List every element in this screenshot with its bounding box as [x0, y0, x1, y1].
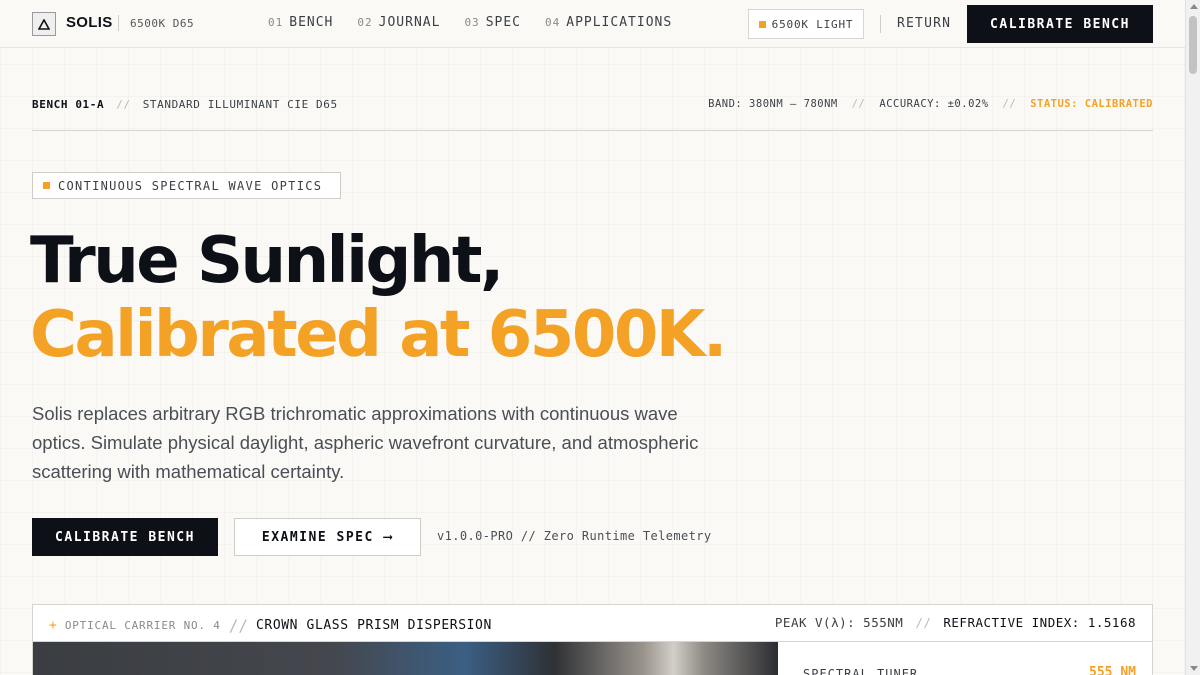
brand-divider: [118, 15, 119, 31]
arrow-right-icon: ⟶: [383, 529, 394, 545]
nav-link-spec[interactable]: 03 SPEC: [464, 15, 521, 30]
optical-carrier-panel: + OPTICAL CARRIER NO. 4 // CROWN GLASS P…: [32, 604, 1153, 675]
brand-tag: 6500K D65: [130, 17, 195, 30]
page-title: True Sunlight, Calibrated at 6500K.: [30, 224, 727, 372]
panel-header-right: PEAK V(λ): 555NM // REFRACTIVE INDEX: 1.…: [775, 615, 1136, 630]
carrier-name: CROWN GLASS PRISM DISPERSION: [255, 618, 492, 633]
return-link[interactable]: RETURN: [897, 16, 951, 31]
separator: //: [228, 616, 248, 635]
nav-link-label: APPLICATIONS: [566, 15, 673, 30]
nav-link-number: 03: [464, 16, 480, 29]
nav-link-number: 02: [357, 16, 373, 29]
title-line-1: True Sunlight,: [30, 224, 504, 298]
status-badge: STATUS: CALIBRATED: [1030, 98, 1153, 110]
hero-description: Solis replaces arbitrary RGB trichromati…: [32, 403, 699, 482]
nav-link-label: SPEC: [485, 15, 521, 30]
nav-link-number: 04: [545, 16, 561, 29]
title-line-2: Calibrated at 6500K.: [30, 298, 727, 372]
nav-calibrate-button[interactable]: CALIBRATE BENCH: [967, 5, 1153, 43]
hero-tag-label: CONTINUOUS SPECTRAL WAVE OPTICS: [58, 178, 323, 193]
scroll-down-icon[interactable]: [1190, 666, 1198, 671]
bench-id: BENCH 01-A: [32, 98, 105, 111]
bench-right: BAND: 380NM – 780NM // ACCURACY: ±0.02% …: [708, 98, 1153, 110]
nav-link-applications[interactable]: 04 APPLICATIONS: [545, 15, 672, 30]
nav-link-journal[interactable]: 02 JOURNAL: [357, 15, 440, 30]
top-nav: SOLIS 6500K D65 01 BENCH 02 JOURNAL 03 S…: [0, 0, 1185, 48]
nav-link-number: 01: [268, 16, 284, 29]
nav-divider: [880, 15, 881, 33]
nav-link-label: JOURNAL: [378, 15, 441, 30]
version-note: v1.0.0-PRO // Zero Runtime Telemetry: [437, 529, 712, 543]
bench-band: BAND: 380NM – 780NM: [708, 98, 838, 110]
nav-links: 01 BENCH 02 JOURNAL 03 SPEC 04 APPLICATI…: [268, 15, 672, 30]
refractive-index: REFRACTIVE INDEX: 1.5168: [943, 615, 1136, 630]
nav-link-label: BENCH: [289, 15, 334, 30]
prism-image: [33, 642, 778, 675]
plus-icon: +: [49, 618, 57, 633]
peak-wavelength: PEAK V(λ): 555NM: [774, 615, 904, 630]
calibrate-bench-button[interactable]: CALIBRATE BENCH: [32, 518, 218, 556]
hero-tag: CONTINUOUS SPECTRAL WAVE OPTICS: [32, 172, 341, 199]
spectral-tuner-value: 555 NM: [1089, 665, 1136, 675]
panel-header-left: + OPTICAL CARRIER NO. 4 // CROWN GLASS P…: [49, 616, 492, 635]
separator: //: [116, 98, 131, 111]
spectral-tuner-label: SPECTRAL TUNER: [803, 667, 919, 675]
brand-name[interactable]: SOLIS: [66, 14, 113, 31]
logo[interactable]: [32, 12, 56, 36]
carrier-number: OPTICAL CARRIER NO. 4: [64, 619, 221, 632]
scrollbar-thumb[interactable]: [1189, 16, 1197, 74]
bench-accuracy: ACCURACY: ±0.02%: [879, 98, 989, 110]
light-square-icon: [758, 20, 766, 28]
tag-square-icon: [43, 182, 50, 189]
scroll-up-icon[interactable]: [1190, 4, 1198, 9]
light-toggle[interactable]: 6500K LIGHT: [748, 9, 864, 39]
bench-left: BENCH 01-A // STANDARD ILLUMINANT CIE D6…: [32, 98, 338, 111]
separator: //: [1002, 98, 1017, 110]
separator: //: [851, 98, 866, 110]
panel-header: + OPTICAL CARRIER NO. 4 // CROWN GLASS P…: [33, 605, 1152, 642]
nav-link-bench[interactable]: 01 BENCH: [268, 15, 333, 30]
triangle-icon: [38, 18, 50, 30]
examine-spec-label: EXAMINE SPEC: [261, 529, 374, 545]
bench-status-strip: BENCH 01-A // STANDARD ILLUMINANT CIE D6…: [32, 96, 1153, 131]
page-scrollbar[interactable]: [1185, 0, 1200, 675]
examine-spec-button[interactable]: EXAMINE SPEC ⟶: [234, 518, 421, 556]
separator: //: [915, 615, 932, 630]
bench-standard: STANDARD ILLUMINANT CIE D65: [142, 98, 338, 111]
light-toggle-label: 6500K LIGHT: [771, 17, 854, 31]
